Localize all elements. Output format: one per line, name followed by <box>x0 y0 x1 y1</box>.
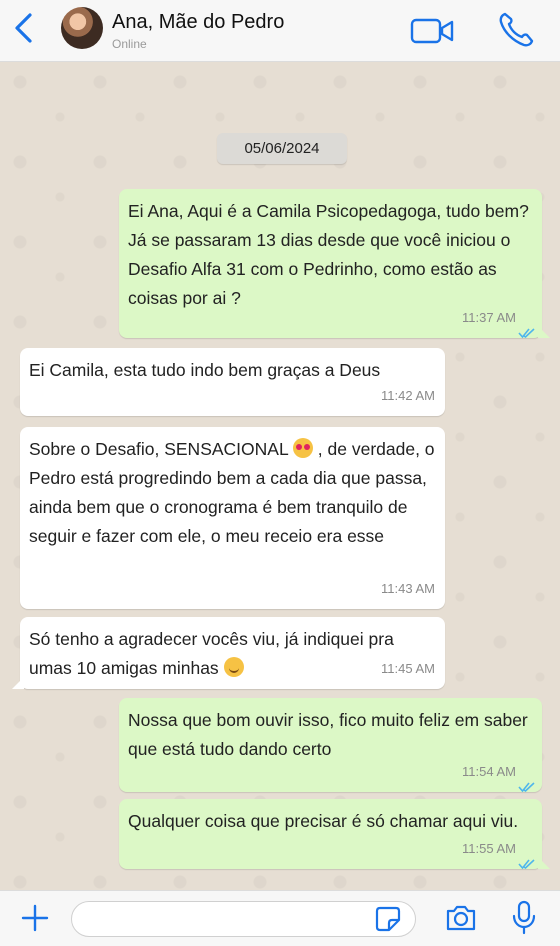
incoming-message[interactable]: Ei Camila, esta tudo indo bem graças a D… <box>20 348 445 416</box>
plus-icon[interactable] <box>20 903 50 938</box>
bubble-tail <box>538 857 550 869</box>
video-call-icon[interactable] <box>410 17 456 50</box>
date-separator: 05/06/2024 <box>217 133 347 164</box>
incoming-message[interactable]: Sobre o Desafio, SENSACIONAL , de verdad… <box>20 427 445 609</box>
microphone-icon[interactable] <box>511 900 537 941</box>
incoming-message[interactable]: Só tenho a agradecer vocês viu, já indiq… <box>12 617 445 689</box>
read-ticks-icon <box>518 773 536 793</box>
message-text: Sobre o Desafio, SENSACIONAL <box>29 439 293 459</box>
chat-area[interactable]: 05/06/2024 Ei Ana, Aqui é a Camila Psico… <box>0 62 560 890</box>
smile-emoji <box>223 657 244 677</box>
camera-icon[interactable] <box>444 903 478 938</box>
message-input[interactable] <box>71 901 416 937</box>
outgoing-message[interactable]: Ei Ana, Aqui é a Camila Psicopedagoga, t… <box>119 189 550 339</box>
message-text: Nossa que bom ouvir isso, fico muito fel… <box>128 710 528 759</box>
message-time: 11:37 AM <box>462 310 516 325</box>
chat-header: Ana, Mãe do Pedro Online <box>0 0 560 62</box>
sticker-icon[interactable] <box>374 905 402 938</box>
outgoing-message[interactable]: Qualquer coisa que precisar é só chamar … <box>119 799 550 870</box>
outgoing-message[interactable]: Nossa que bom ouvir isso, fico muito fel… <box>119 698 542 793</box>
contact-status: Online <box>112 37 147 51</box>
message-text: Qualquer coisa que precisar é só chamar … <box>128 811 519 831</box>
message-time: 11:43 AM <box>381 581 435 596</box>
message-text: Só tenho a agradecer vocês viu, já indiq… <box>29 629 394 678</box>
message-time: 11:42 AM <box>381 388 435 403</box>
bubble-tail <box>12 677 24 689</box>
message-time: 11:54 AM <box>462 764 516 779</box>
read-ticks-icon <box>518 319 536 339</box>
message-time: 11:55 AM <box>462 841 516 856</box>
message-text: Ei Camila, esta tudo indo bem graças a D… <box>29 360 381 380</box>
heart-eyes-emoji <box>292 438 313 458</box>
message-text: Ei Ana, Aqui é a Camila Psicopedagoga, t… <box>128 201 529 308</box>
contact-name[interactable]: Ana, Mãe do Pedro <box>112 11 284 34</box>
read-ticks-icon <box>518 850 536 870</box>
avatar[interactable] <box>61 7 103 49</box>
back-arrow-icon[interactable] <box>10 11 40 45</box>
message-time: 11:45 AM <box>381 661 435 676</box>
phone-call-icon[interactable] <box>496 10 536 55</box>
bubble-tail <box>538 326 550 338</box>
composer-bar <box>0 890 560 946</box>
